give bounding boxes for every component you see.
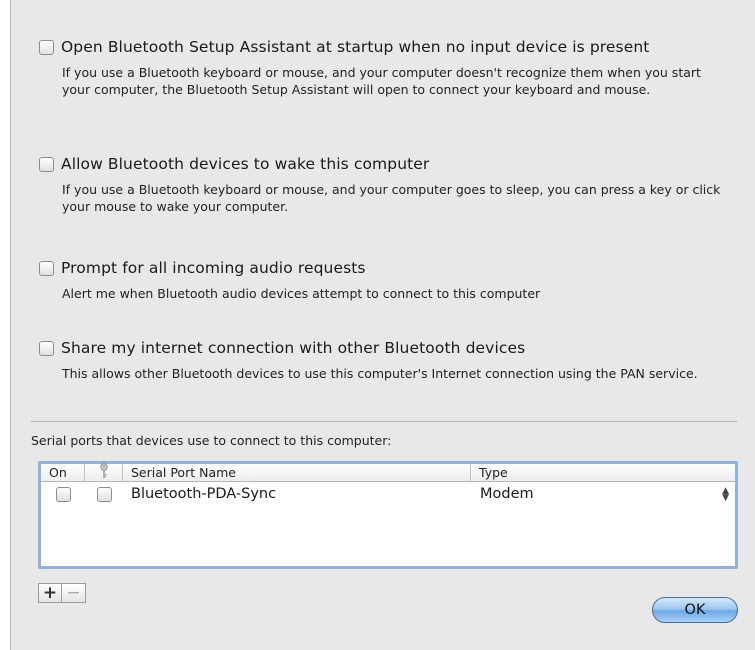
audio-prompt-description: Alert me when Bluetooth audio devices at… [62,286,541,301]
option-share-internet: Share my internet connection with other … [39,337,729,382]
table-header: On Serial Port Name Type [41,462,735,483]
section-divider [31,421,737,422]
port-type-value: Modem [480,486,534,502]
audio-prompt-checkbox[interactable] [39,260,54,276]
setup-assistant-label[interactable]: Open Bluetooth Setup Assistant at startu… [61,38,649,56]
column-header-type[interactable]: Type [471,464,735,481]
bluetooth-advanced-sheet: Open Bluetooth Setup Assistant at startu… [10,0,755,650]
add-remove-control: + − [38,583,86,603]
share-internet-checkbox[interactable] [39,340,54,356]
share-internet-label[interactable]: Share my internet connection with other … [61,339,525,357]
port-name-cell[interactable]: Bluetooth-PDA-Sync [123,486,471,502]
column-header-on[interactable]: On [41,464,85,481]
setup-assistant-description: If you use a Bluetooth keyboard or mouse… [62,65,701,97]
port-on-checkbox[interactable] [55,486,71,502]
option-audio-prompt: Prompt for all incoming audio requests A… [39,257,729,302]
key-icon [99,462,109,483]
audio-prompt-label[interactable]: Prompt for all incoming audio requests [61,259,366,277]
ok-button[interactable]: OK [652,597,738,623]
option-setup-assistant: Open Bluetooth Setup Assistant at startu… [39,36,729,98]
serial-ports-label: Serial ports that devices use to connect… [31,433,392,448]
column-header-secure[interactable] [85,462,123,483]
popup-arrows-icon: ▲ ▼ [722,486,729,503]
column-header-name[interactable]: Serial Port Name [123,464,471,481]
port-secure-checkbox[interactable] [96,486,112,502]
remove-port-button[interactable]: − [62,583,86,603]
serial-ports-table[interactable]: On Serial Port Name Type Bluetooth-PDA-S… [38,461,738,569]
port-type-popup[interactable]: Modem ▲ ▼ [471,486,735,503]
table-row[interactable]: Bluetooth-PDA-Sync Modem ▲ ▼ [41,482,735,506]
option-wake-computer: Allow Bluetooth devices to wake this com… [39,153,729,215]
wake-computer-description: If you use a Bluetooth keyboard or mouse… [62,182,721,214]
setup-assistant-checkbox[interactable] [39,39,54,55]
add-port-button[interactable]: + [38,583,62,603]
share-internet-description: This allows other Bluetooth devices to u… [62,366,698,381]
wake-computer-label[interactable]: Allow Bluetooth devices to wake this com… [61,155,429,173]
wake-computer-checkbox[interactable] [39,156,54,172]
